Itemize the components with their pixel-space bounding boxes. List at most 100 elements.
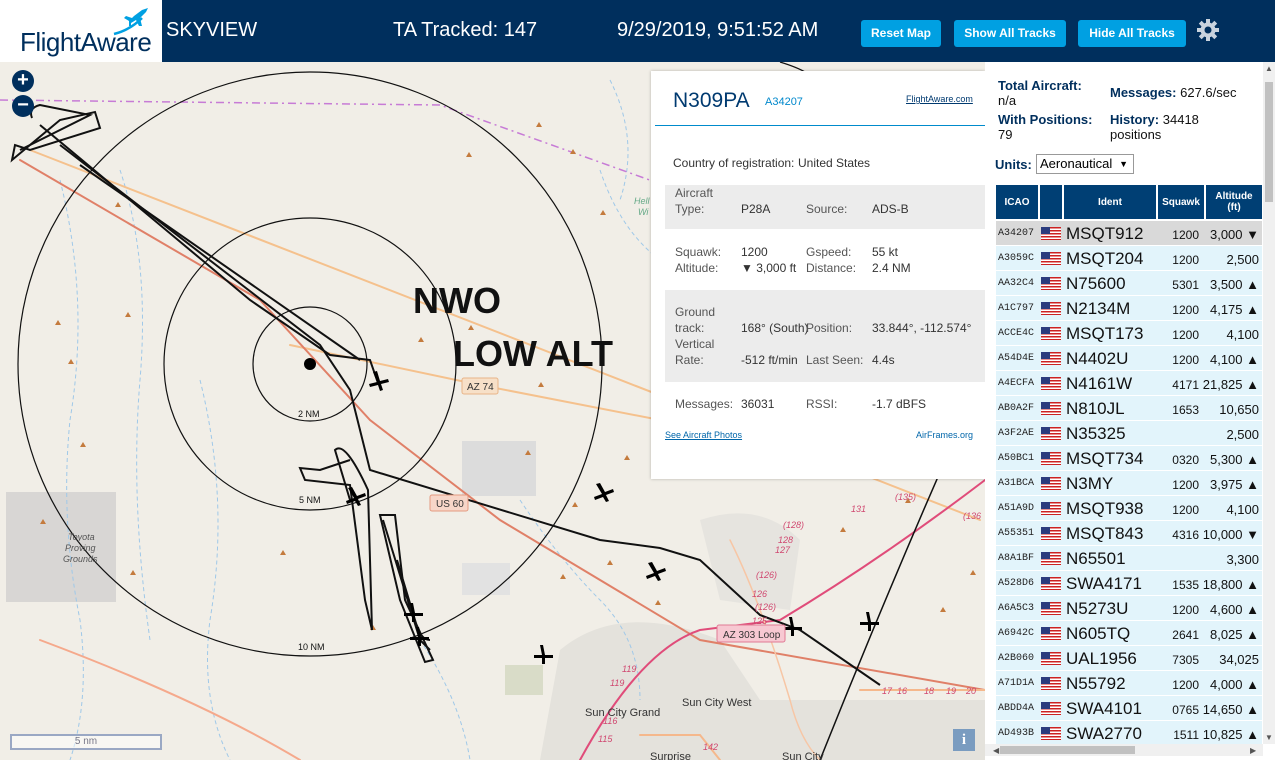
route-label: 16 [897,686,907,696]
cell-squawk: 0765 [1172,703,1199,717]
cell-ident: N4402U [1066,349,1129,368]
cell-ident: N605TQ [1066,624,1131,643]
with-positions-value: 79 [998,127,1013,142]
aircraft-detail-popup: N309PA A34207 FlightAware.com Country of… [651,71,985,479]
scroll-up-arrow-icon[interactable]: ▲ [1265,64,1273,73]
popup-hex[interactable]: A34207 [765,96,803,108]
col-header-flag[interactable] [1040,185,1062,219]
table-row[interactable]: ABDD4A SWA4101 0765 14,650 ▲ [996,696,1262,721]
route-label: 125 [752,616,768,626]
cell-squawk: 1200 [1172,678,1199,692]
cell-altitude: 3,300 [1226,552,1259,567]
us-flag-icon [1041,702,1061,715]
scroll-right-arrow-icon[interactable]: ▶ [1250,746,1256,755]
cell-altitude: 18,800 ▲ [1202,577,1259,592]
table-row[interactable]: AA32C4 N75600 5301 3,500 ▲ [996,271,1262,296]
rssi-value: -1.7 dBFS [872,397,927,411]
us-flag-icon [1041,327,1061,340]
aircraft-type-label: Aircraft Type: [675,186,714,216]
vrate-label: Vertical Rate: [675,337,715,367]
reset-map-button[interactable]: Reset Map [861,20,941,47]
col-header-ident[interactable]: Ident [1064,185,1156,219]
table-row[interactable]: A34207 MSQT912 1200 3,000 ▼ [996,221,1262,246]
table-row[interactable]: A31BCA N3MY 1200 3,975 ▲ [996,471,1262,496]
scroll-down-arrow-icon[interactable]: ▼ [1265,733,1273,742]
cell-ident: MSQT204 [1066,249,1144,268]
cell-ident: N810JL [1066,399,1125,418]
see-photos-link[interactable]: See Aircraft Photos [665,430,742,440]
table-row[interactable]: AB0A2F N810JL 1653 10,650 [996,396,1262,421]
zoom-out-button[interactable]: − [12,95,34,117]
cell-icao: A31BCA [998,478,1035,489]
ring-label-5nm: 5 NM [299,495,321,505]
cell-squawk: 1200 [1172,603,1199,617]
place-surprise: Surprise [650,751,691,760]
flightaware-link[interactable]: FlightAware.com [906,94,973,104]
info-icon[interactable]: i [953,729,975,751]
route-label: 17 [882,686,893,696]
gspeed-value: 55 kt [872,245,899,259]
cell-icao: A8A1BF [998,553,1035,564]
table-row[interactable]: A71D1A N55792 1200 4,000 ▲ [996,671,1262,696]
divider [655,125,985,126]
col-header-squawk[interactable]: Squawk [1158,185,1204,219]
table-row[interactable]: ACCE4C MSQT173 1200 4,100 [996,321,1262,346]
cell-icao: AA32C4 [998,278,1035,289]
airframes-link[interactable]: AirFrames.org [916,430,973,440]
table-row[interactable]: A3059C MSQT204 1200 2,500 [996,246,1262,271]
road-label-us60: US 60 [436,499,464,510]
table-row[interactable]: A6942C N605TQ 2641 8,025 ▲ [996,621,1262,646]
cell-altitude: 4,100 ▲ [1209,352,1259,367]
flightaware-logo[interactable]: FlightAware [0,0,162,62]
table-row[interactable]: A2B060 UAL1956 7305 34,025 [996,646,1262,671]
cell-altitude: 34,025 [1219,652,1259,667]
popup-registration: N309PA [673,89,750,112]
table-row[interactable]: A1C797 N2134M 1200 4,175 ▲ [996,296,1262,321]
messages-label: Messages: [675,397,734,411]
units-select[interactable]: Aeronautical ▼ [1036,154,1134,174]
zoom-in-button[interactable]: + [12,70,34,92]
horizontal-scroll-thumb[interactable] [1000,746,1135,754]
cell-squawk: 1200 [1172,478,1199,492]
table-row[interactable]: A4ECFA N4161W 4171 21,825 ▲ [996,371,1262,396]
table-row[interactable]: AD493B SWA2770 1511 10,825 ▲ [996,721,1262,746]
road-label-az303: AZ 303 Loop [723,630,781,641]
place-toyota: Toyota [68,532,95,542]
settings-gear-icon[interactable] [1196,18,1220,42]
cell-squawk: 4316 [1172,528,1199,542]
table-row[interactable]: A54D4E N4402U 1200 4,100 ▲ [996,346,1262,371]
cell-ident: MSQT843 [1066,524,1144,543]
table-row[interactable]: A528D6 SWA4171 1535 18,800 ▲ [996,571,1262,596]
cell-altitude: 4,175 ▲ [1209,302,1259,317]
table-row[interactable]: A55351 MSQT843 4316 10,000 ▼ [996,521,1262,546]
us-flag-icon [1041,577,1061,590]
col-header-altitude[interactable]: Altitude (ft) [1206,185,1262,219]
cell-altitude: 4,600 ▲ [1209,602,1259,617]
cell-altitude: 5,300 ▲ [1209,452,1259,467]
cell-icao: A51A9D [998,503,1035,514]
vertical-scroll-thumb[interactable] [1265,82,1273,202]
table-row[interactable]: A51A9D MSQT938 1200 4,100 [996,496,1262,521]
road-label-az74: AZ 74 [467,382,494,393]
scale-bar: 5 nm [10,734,162,750]
route-label: 127 [775,545,791,555]
table-row[interactable]: A8A1BF N65501 3,300 [996,546,1262,571]
us-flag-icon [1041,602,1061,615]
scroll-left-arrow-icon[interactable]: ◀ [993,746,999,755]
chevron-down-icon: ▼ [1119,159,1128,169]
with-positions-label: With Positions: [998,112,1093,127]
last-seen-label: Last Seen: [806,353,864,367]
show-all-tracks-button[interactable]: Show All Tracks [954,20,1066,47]
vrate-value: -512 ft/min [741,353,798,367]
us-flag-icon [1041,552,1061,565]
hide-all-tracks-button[interactable]: Hide All Tracks [1078,20,1186,47]
table-row[interactable]: A3F2AE N35325 2,500 [996,421,1262,446]
table-row[interactable]: A50BC1 MSQT734 0320 5,300 ▲ [996,446,1262,471]
aircraft-type-value: P28A [741,202,771,216]
col-header-icao[interactable]: ICAO [996,185,1038,219]
cell-ident: MSQT734 [1066,449,1144,468]
table-row[interactable]: A6A5C3 N5273U 1200 4,600 ▲ [996,596,1262,621]
cell-icao: ACCE4C [998,328,1035,339]
cell-altitude: 10,825 ▲ [1202,727,1259,742]
total-aircraft-value: n/a [998,93,1017,108]
